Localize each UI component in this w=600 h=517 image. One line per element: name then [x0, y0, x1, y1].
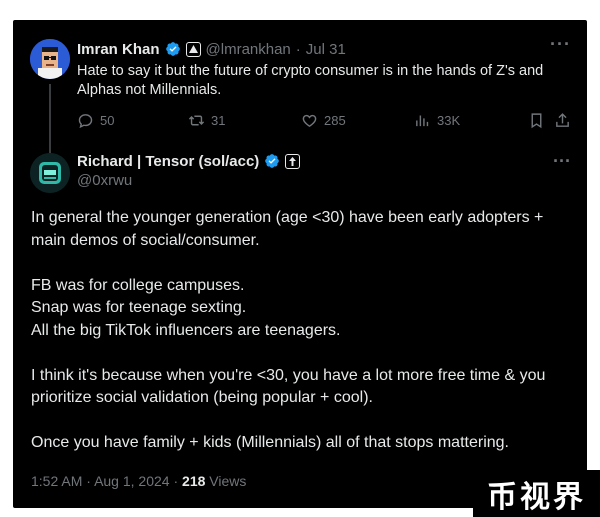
- tweet-body: In general the younger generation (age <…: [31, 207, 579, 455]
- affiliate-badge-icon: [285, 153, 301, 169]
- tweet-paragraph: I think it's because when you're <30, yo…: [31, 366, 546, 407]
- reply-count: 50: [100, 113, 115, 128]
- separator: ·: [173, 473, 179, 489]
- avatar[interactable]: [30, 153, 70, 193]
- more-options-icon[interactable]: ···: [553, 151, 571, 172]
- tweet-paragraph: Snap was for teenage sexting.: [31, 299, 247, 316]
- tweet-time[interactable]: 1:52 AM: [31, 473, 82, 489]
- author-name[interactable]: Richard | Tensor (sol/acc): [77, 153, 259, 170]
- share-button[interactable]: [554, 112, 571, 129]
- verified-badge-icon: [165, 42, 180, 56]
- tweet-date[interactable]: Jul 31: [306, 41, 346, 58]
- bookmark-button[interactable]: [528, 112, 545, 129]
- tweet-thread-card: Imran Khan @lmrankhan · Jul 31 ··· Hate …: [13, 20, 587, 508]
- views-button[interactable]: 33K: [414, 112, 460, 129]
- tweet-meta: 1:52 AM · Aug 1, 2024 · 218 Views: [31, 473, 246, 489]
- thread-connector-line: [49, 84, 51, 154]
- repost-button[interactable]: 31: [188, 112, 225, 129]
- tweet-paragraph: All the big TikTok influencers are teena…: [31, 321, 341, 339]
- author-handle[interactable]: @0xrwu: [77, 172, 132, 189]
- share-icon: [556, 113, 569, 127]
- views-count: 218: [182, 473, 206, 489]
- author-handle[interactable]: @lmrankhan: [206, 41, 291, 58]
- tweet-header: Richard | Tensor (sol/acc): [77, 151, 301, 171]
- author-name[interactable]: Imran Khan: [77, 41, 160, 58]
- separator: ·: [86, 473, 91, 489]
- reply-icon: [78, 114, 93, 129]
- watermark-logo: 币视界: [473, 470, 600, 517]
- verified-badge-icon: [265, 154, 280, 168]
- bar-chart-icon: [416, 115, 429, 127]
- like-button[interactable]: 285: [301, 112, 346, 129]
- like-count: 285: [324, 113, 346, 128]
- affiliate-badge-icon: [185, 41, 201, 57]
- views-label: Views: [209, 473, 247, 489]
- avatar[interactable]: [30, 39, 70, 79]
- tweet-text: Hate to say it but the future of crypto …: [77, 63, 544, 98]
- repost-count: 31: [211, 113, 226, 128]
- heart-icon: [302, 114, 317, 127]
- tweet-paragraph: In general the younger generation (age <…: [31, 209, 544, 249]
- bookmark-icon: [531, 113, 542, 129]
- tweet-paragraph: FB was for college campuses.: [31, 276, 245, 294]
- tweet-actions: 50 31 285 33K: [77, 112, 575, 132]
- repost-icon: [188, 115, 205, 126]
- tweet-date[interactable]: Aug 1, 2024: [94, 473, 170, 489]
- views-count: 33K: [437, 113, 461, 128]
- tweet-header: Imran Khan @lmrankhan · Jul 31: [77, 39, 346, 59]
- reply-button[interactable]: 50: [77, 112, 114, 129]
- more-options-icon[interactable]: ···: [550, 34, 571, 55]
- tweet-paragraph: Once you have family + kids (Millennials…: [31, 434, 509, 451]
- separator: ·: [295, 40, 301, 58]
